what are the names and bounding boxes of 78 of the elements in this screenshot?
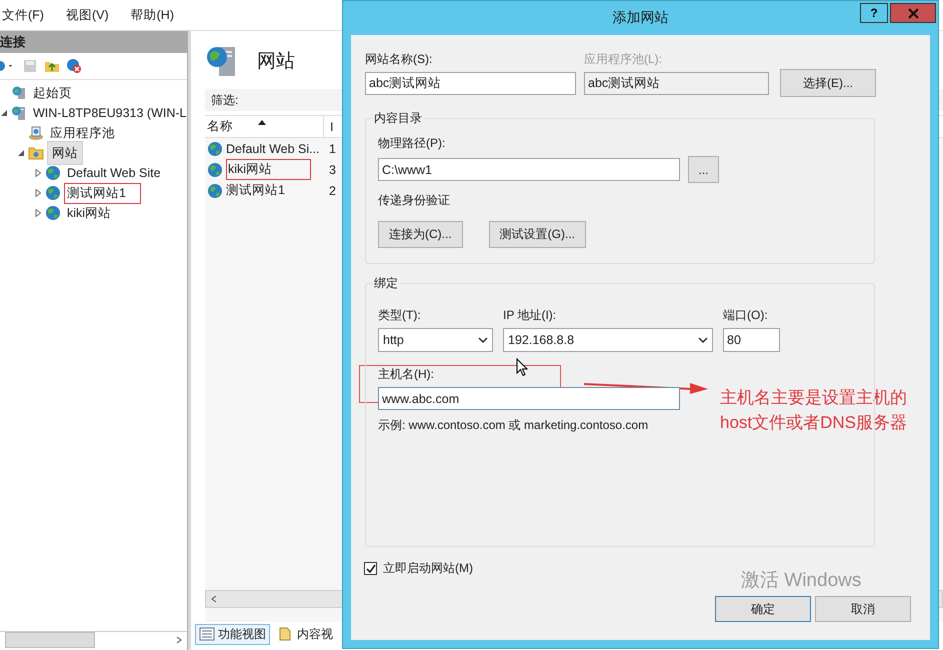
globe-icon bbox=[45, 205, 61, 221]
menu-item[interactable]: 帮助(H) bbox=[130, 6, 174, 24]
menu-item[interactable]: 视图(V) bbox=[66, 6, 109, 24]
tree-item[interactable]: kiki网站 bbox=[64, 202, 114, 224]
check-icon bbox=[366, 564, 376, 574]
collapse-arrow-icon[interactable] bbox=[17, 149, 25, 157]
tree-item[interactable]: Default Web Site bbox=[64, 164, 164, 182]
activation-notice: 激活 Windows bbox=[741, 569, 862, 593]
expand-arrow-icon[interactable] bbox=[34, 189, 42, 197]
field-label: 端口(O): bbox=[723, 307, 769, 324]
auth-label: 传递身份验证 bbox=[378, 192, 450, 209]
field-label: 应用程序池(L): bbox=[584, 51, 663, 68]
dialog-button[interactable]: 取消 bbox=[815, 596, 911, 622]
server-icon bbox=[11, 105, 27, 121]
globe-icon bbox=[207, 162, 223, 178]
scroll-right-icon[interactable] bbox=[174, 635, 184, 645]
list-view-icon bbox=[199, 626, 215, 642]
chevron-down-icon bbox=[478, 337, 488, 343]
disconnect-icon[interactable] bbox=[66, 58, 82, 74]
site-id: 2 bbox=[328, 184, 336, 198]
browse-button[interactable]: ... bbox=[688, 156, 719, 183]
site-name[interactable]: kiki网站 bbox=[226, 159, 312, 180]
port-field[interactable]: 80 bbox=[723, 328, 780, 352]
annotation-text: 主机名主要是设置主机的 host文件或者DNS服务器 bbox=[720, 387, 908, 434]
column-header[interactable]: I bbox=[324, 120, 334, 134]
view-tab[interactable]: 功能视图 bbox=[195, 624, 270, 644]
dialog-button[interactable]: 确定 bbox=[715, 596, 811, 622]
expand-arrow-icon[interactable] bbox=[34, 169, 42, 177]
tree-item[interactable]: 网站 bbox=[47, 141, 83, 165]
tree-item[interactable]: 测试网站1 bbox=[64, 182, 141, 204]
type-dropdown[interactable]: http bbox=[378, 328, 493, 352]
filter-label: 筛选: bbox=[211, 92, 238, 108]
globe-icon bbox=[207, 140, 223, 156]
physical-path-field[interactable]: C:\www1 bbox=[378, 158, 680, 181]
app-pool-icon bbox=[28, 125, 44, 141]
site-name[interactable]: Default Web Si... bbox=[226, 142, 320, 156]
sort-icon bbox=[258, 120, 266, 125]
site-name[interactable]: 测试网站1 bbox=[226, 182, 285, 199]
close-icon bbox=[908, 8, 918, 18]
ip-dropdown[interactable]: 192.168.8.8 bbox=[503, 328, 713, 352]
close-button[interactable] bbox=[890, 3, 936, 23]
select-button[interactable]: 选择(E)... bbox=[780, 69, 876, 97]
globe-icon bbox=[45, 185, 61, 201]
site-id: 3 bbox=[328, 162, 336, 176]
start-page-icon bbox=[11, 85, 27, 101]
field-label: 主机名(H): bbox=[378, 366, 434, 383]
pane-title: 网站 bbox=[257, 50, 295, 74]
checkbox-label[interactable]: 立即启动网站(M) bbox=[383, 560, 473, 577]
column-header[interactable]: 名称 bbox=[205, 116, 324, 137]
tree-item[interactable]: 应用程序池 bbox=[47, 122, 118, 144]
help-button[interactable]: ? bbox=[860, 3, 888, 23]
tree-item[interactable]: 起始页 bbox=[30, 82, 75, 104]
folder-icon bbox=[28, 145, 44, 161]
site-id: 1 bbox=[328, 142, 336, 156]
host-name-field[interactable]: www.abc.com bbox=[378, 387, 680, 410]
globe-icon bbox=[45, 165, 61, 181]
group-title: 绑定 bbox=[372, 275, 400, 292]
collapse-arrow-icon[interactable] bbox=[0, 109, 8, 117]
chevron-down-icon bbox=[698, 337, 708, 343]
example-text: 示例: www.contoso.com 或 marketing.contoso.com bbox=[378, 417, 648, 434]
horizontal-scrollbar[interactable] bbox=[0, 631, 187, 648]
field-label: 类型(T): bbox=[378, 307, 422, 324]
expand-arrow-icon[interactable] bbox=[34, 209, 42, 217]
view-tab[interactable]: 内容视 bbox=[274, 624, 337, 644]
tree-item[interactable]: WIN-L8TP8EU9313 (WIN-L bbox=[30, 104, 190, 122]
dialog-title: 添加网站 bbox=[612, 9, 668, 27]
site-name-field[interactable]: abc测试网站 bbox=[365, 72, 576, 95]
scroll-left-icon[interactable] bbox=[209, 594, 219, 604]
checkbox[interactable] bbox=[364, 562, 377, 575]
mouse-cursor-icon bbox=[516, 358, 528, 377]
pane-header: 连接 bbox=[0, 31, 187, 53]
globe-icon bbox=[207, 182, 223, 198]
field-label: 物理路径(P): bbox=[378, 135, 446, 152]
field-label: 网站名称(S): bbox=[365, 51, 434, 68]
field-label: IP 地址(I): bbox=[503, 307, 558, 324]
dialog-button[interactable]: 连接为(C)... bbox=[378, 221, 463, 248]
dialog-button[interactable]: 测试设置(G)... bbox=[488, 221, 586, 248]
menu-item[interactable]: 文件(F) bbox=[2, 6, 44, 24]
